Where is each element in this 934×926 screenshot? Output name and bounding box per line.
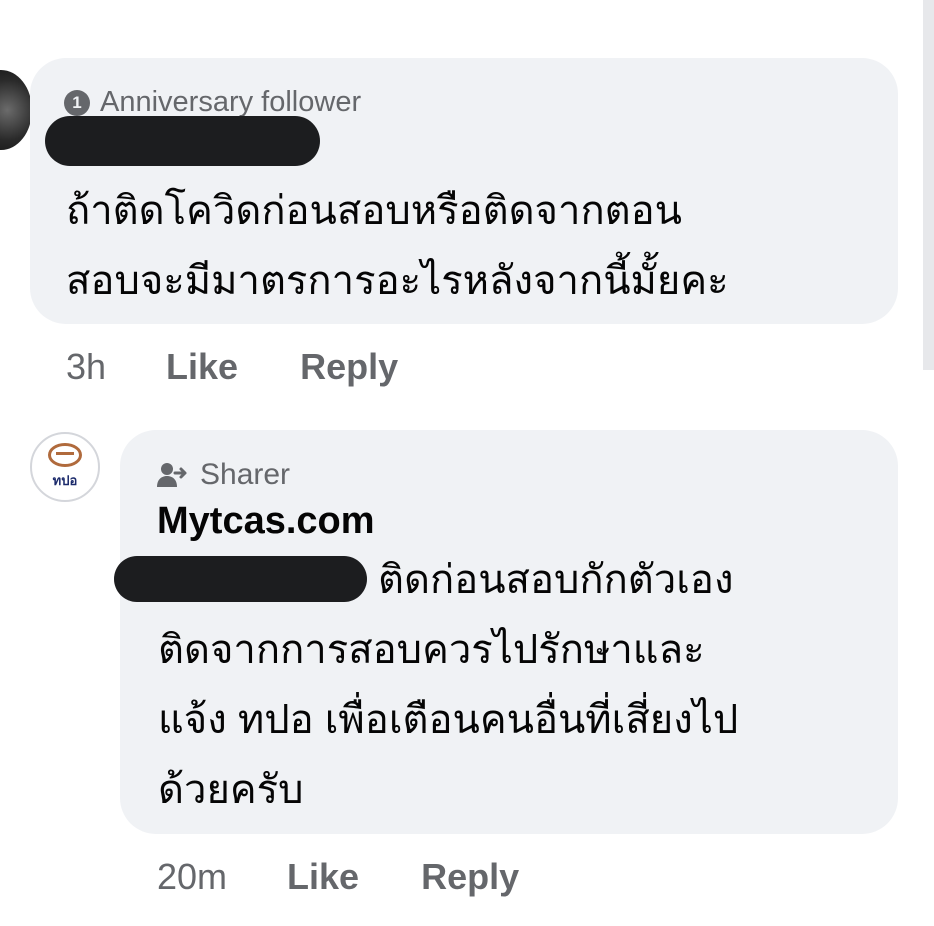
comment-timestamp[interactable]: 3h xyxy=(66,346,106,388)
like-button[interactable]: Like xyxy=(166,346,238,388)
logo-emblem-icon xyxy=(48,443,82,467)
comment-actions: 3h Like Reply xyxy=(66,346,398,388)
commenter-avatar[interactable] xyxy=(0,70,32,150)
comments-thread: 1 Anniversary follower ถ้าติดโควิดก่อนสอ… xyxy=(0,0,934,926)
reply-button[interactable]: Reply xyxy=(421,856,519,898)
scrollbar[interactable] xyxy=(923,0,934,370)
like-button[interactable]: Like xyxy=(287,856,359,898)
anniversary-badge: 1 Anniversary follower xyxy=(64,86,361,119)
sharer-badge: Sharer xyxy=(156,458,290,492)
comment-line: ติดก่อนสอบกักตัวเอง xyxy=(378,558,734,602)
comment-line: ติดจากการสอบควรไปรักษาและ xyxy=(158,628,705,672)
comment-line: ด้วยครับ xyxy=(158,768,304,812)
reply-text: ติดจากการสอบควรไปรักษาและ แจ้ง ทปอ เพื่อ… xyxy=(158,615,878,825)
redacted-commenter-name xyxy=(45,116,320,166)
page-avatar[interactable]: ทปอ xyxy=(30,432,100,502)
comment-text: ถ้าติดโควิดก่อนสอบหรือติดจากตอน สอบจะมีม… xyxy=(66,176,866,316)
comment-line: สอบจะมีมาตรการอะไรหลังจากนี้มั้ยคะ xyxy=(66,259,729,303)
comment-line: ถ้าติดโควิดก่อนสอบหรือติดจากตอน xyxy=(66,189,683,233)
comment-line: แจ้ง ทปอ เพื่อเตือนคนอื่นที่เสี่ยงไป xyxy=(158,698,739,742)
sharer-person-icon xyxy=(157,463,187,487)
reply-text-first-line: ติดก่อนสอบกักตัวเอง xyxy=(378,545,733,615)
author-name[interactable]: Mytcas.com xyxy=(157,500,375,543)
reply-timestamp[interactable]: 20m xyxy=(157,856,227,898)
reply-actions: 20m Like Reply xyxy=(157,856,519,898)
avatar-logo-text: ทปอ xyxy=(52,473,78,488)
sharer-label: Sharer xyxy=(200,458,291,491)
redacted-mention xyxy=(114,556,367,602)
badge-label: Anniversary follower xyxy=(100,86,362,118)
anniversary-badge-icon: 1 xyxy=(64,89,90,116)
reply-button[interactable]: Reply xyxy=(300,346,398,388)
